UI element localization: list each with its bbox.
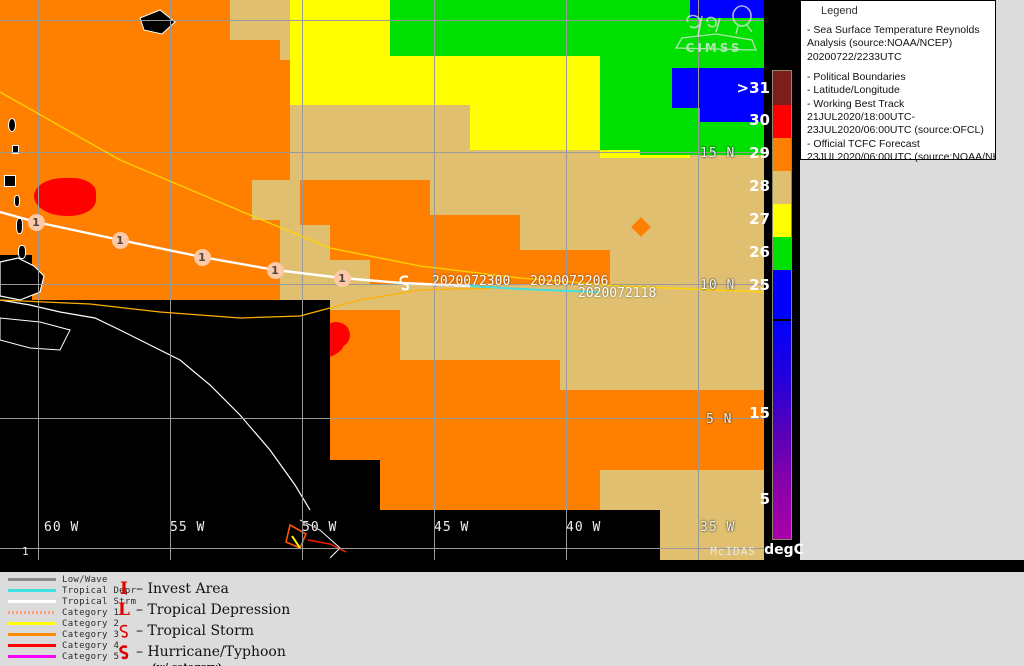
storm-category: 1	[198, 250, 206, 264]
cbar-tick: 30	[749, 111, 770, 129]
intensity-swatch	[8, 655, 56, 658]
cbar-tick: 25	[749, 276, 770, 294]
tropical-depression-icon: L	[118, 599, 130, 620]
storm-symbol-key: I – Invest Area L – Tropical Depression …	[112, 578, 290, 666]
symbol-key-label: – Tropical Storm	[136, 622, 255, 639]
cbar-band-28	[773, 171, 791, 204]
lon-label: 55 W	[170, 520, 206, 535]
lon-label: 60 W	[44, 520, 80, 535]
intensity-label: Category 4	[62, 640, 120, 651]
intensity-label: Category 1	[62, 607, 120, 618]
lon-label: 45 W	[434, 520, 470, 535]
legend-entry: 20200722/2233UTC	[807, 50, 902, 63]
tropical-storm-symbol-icon[interactable]	[396, 274, 413, 291]
symbol-key-row: L – Tropical Depression	[112, 599, 290, 620]
intensity-label: Category 3	[62, 629, 120, 640]
intensity-swatch	[8, 578, 56, 581]
tropical-storm-icon	[112, 621, 136, 641]
colorbar-units-label: degC	[764, 542, 804, 558]
sst-map-panel[interactable]: 2020072300 2020072206 2020072118 1 1 1 1	[0, 0, 764, 560]
legend-entry: - Political Boundaries	[807, 70, 906, 83]
legend-entry: - Latitude/Longitude	[807, 84, 900, 97]
symbol-key-row: – Hurricane/Typhoon	[112, 641, 290, 662]
lon-label: 35 W	[700, 520, 736, 535]
intensity-swatch	[8, 611, 56, 614]
application-window: 2020072300 2020072206 2020072118 1 1 1 1	[0, 0, 1024, 666]
lon-label: 40 W	[566, 520, 602, 535]
intensity-label: Low/Wave	[62, 574, 108, 585]
cbar-band-25	[773, 270, 791, 319]
cbar-band-30	[773, 105, 791, 138]
symbol-key-label: – Tropical Depression	[136, 601, 291, 618]
corner-index-label: 1	[22, 545, 29, 558]
track-timestamp: 2020072118	[578, 286, 657, 301]
cone-line-south	[0, 287, 501, 319]
legend-entry: - Sea Surface Temperature Reynolds	[807, 24, 980, 36]
cbar-tick: 27	[749, 210, 770, 228]
intensity-label: Category 5	[62, 651, 120, 662]
cbar-band-27	[773, 204, 791, 237]
cbar-band-29	[773, 138, 791, 171]
cimss-logo-icon: CIMSS	[674, 5, 757, 55]
intensity-swatch	[8, 644, 56, 647]
lat-label: 15 N	[700, 146, 736, 161]
lon-label: 50 W	[302, 520, 338, 535]
storm-symbol[interactable]: 1	[110, 230, 130, 250]
legend-entry: 21JUL2020/18:00UTC-	[807, 110, 915, 123]
storm-track-layer[interactable]	[0, 0, 764, 560]
bottom-legend-panel: Low/Wave Tropical Depr Tropical Strm Cat…	[0, 572, 1024, 666]
cbar-tick: 28	[749, 177, 770, 195]
cone-line-north	[0, 91, 764, 293]
colorbar-panel: >31 30 29 28 27 26 25 15 5	[737, 0, 800, 560]
svg-text:CIMSS: CIMSS	[686, 41, 743, 55]
lat-label: 10 N	[700, 278, 736, 293]
legend-entry: - Official TCFC Forecast	[807, 137, 920, 150]
hurricane-typhoon-icon	[112, 642, 136, 662]
legend-entry: Analysis (source:NOAA/NCEP)	[807, 37, 953, 50]
intensity-swatch	[8, 633, 56, 636]
storm-symbol[interactable]: 1	[265, 260, 285, 280]
cbar-tick: 15	[749, 404, 770, 422]
legend-title: Legend	[821, 5, 858, 17]
storm-symbol[interactable]: 1	[332, 268, 352, 288]
storm-category: 1	[116, 233, 124, 247]
legend-panel: Legend - Sea Surface Temperature Reynold…	[800, 0, 1011, 163]
track-timestamp: 2020072300	[432, 274, 511, 289]
legend-entry: 23JUL2020/06:00UTC (source:NOAA/NHC)	[807, 150, 1012, 163]
mcidas-label: McIDAS	[710, 545, 756, 558]
storm-category: 1	[271, 263, 279, 277]
legend-entry: - Working Best Track	[807, 97, 905, 110]
storm-category: 1	[32, 215, 40, 229]
cbar-tick: 26	[749, 243, 770, 261]
symbol-key-row: I – Invest Area	[112, 578, 290, 599]
temperature-colorbar[interactable]	[772, 70, 792, 540]
cbar-tick: >31	[736, 79, 770, 97]
cbar-tick: 29	[749, 144, 770, 162]
symbol-key-subtitle: (w/ category)	[152, 662, 290, 666]
cbar-band-31	[773, 71, 791, 105]
cbar-band-26	[773, 237, 791, 270]
intensity-swatch	[8, 600, 56, 603]
intensity-label: Category 2	[62, 618, 120, 629]
lat-label: 5 N	[706, 412, 733, 427]
bottom-black-divider	[0, 560, 1024, 572]
cbar-tick: 5	[759, 490, 770, 508]
intensity-swatch	[8, 589, 56, 592]
storm-symbol[interactable]: 1	[192, 247, 212, 267]
storm-category: 1	[338, 271, 346, 285]
invest-area-icon: I	[120, 578, 128, 599]
symbol-key-label: – Invest Area	[136, 580, 229, 597]
right-background-fill	[996, 0, 1024, 560]
intensity-swatch	[8, 622, 56, 625]
storm-symbol[interactable]: 1	[26, 212, 46, 232]
symbol-key-label: – Hurricane/Typhoon	[136, 643, 286, 660]
legend-entry: 23JUL2020/06:00UTC (source:OFCL)	[807, 124, 984, 137]
cbar-band-low	[773, 321, 791, 539]
symbol-key-row: – Tropical Storm	[112, 620, 290, 641]
